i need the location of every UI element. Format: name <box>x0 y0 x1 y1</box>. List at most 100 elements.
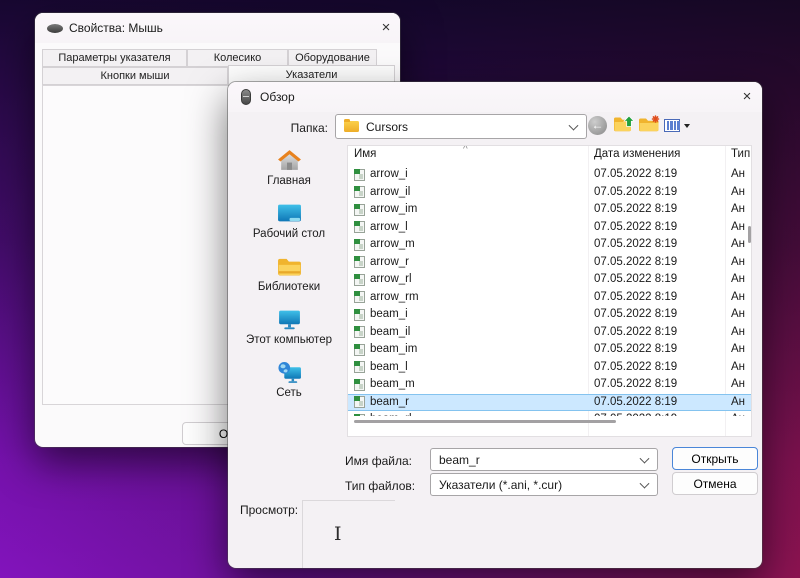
up-one-level-button[interactable] <box>613 115 635 133</box>
sidebar-item-label: Этот компьютер <box>234 334 344 346</box>
table-row[interactable]: arrow_rm 07.05.2022 8:19 Ан <box>348 289 752 307</box>
table-row[interactable]: beam_m 07.05.2022 8:19 Ан <box>348 376 752 394</box>
tab-pointer-options[interactable]: Параметры указателя <box>42 49 187 67</box>
chevron-down-icon <box>640 478 650 488</box>
file-date: 07.05.2022 8:19 <box>594 324 677 342</box>
file-name: arrow_l <box>370 219 408 237</box>
file-date: 07.05.2022 8:19 <box>594 376 677 394</box>
cursor-file-icon <box>354 186 365 198</box>
file-type: Ан <box>731 411 752 416</box>
column-header-type[interactable]: Тип <box>731 148 752 166</box>
file-name: arrow_m <box>370 236 415 254</box>
table-row[interactable]: beam_r 07.05.2022 8:19 Ан <box>348 394 752 412</box>
table-row[interactable]: arrow_i 07.05.2022 8:19 Ан <box>348 166 752 184</box>
file-date: 07.05.2022 8:19 <box>594 394 677 412</box>
table-row[interactable]: beam_im 07.05.2022 8:19 Ан <box>348 341 752 359</box>
new-folder-icon <box>638 115 660 133</box>
tab-buttons[interactable]: Кнопки мыши <box>42 67 228 85</box>
file-rows: arrow_i 07.05.2022 8:19 Ан arrow_il 07.0… <box>348 166 752 416</box>
sidebar-item-desktop[interactable]: Рабочий стол <box>234 199 344 252</box>
column-header-name[interactable]: Имя <box>354 148 376 166</box>
sidebar-item-this-pc[interactable]: Этот компьютер <box>234 305 344 358</box>
file-type: Ан <box>731 394 752 412</box>
sidebar-item-label: Библиотеки <box>234 281 344 293</box>
file-type: Ан <box>731 324 752 342</box>
chevron-down-icon <box>569 120 579 130</box>
window-title: Обзор <box>260 90 295 104</box>
chevron-down-icon <box>640 453 650 463</box>
file-date: 07.05.2022 8:19 <box>594 254 677 272</box>
back-button[interactable]: ← <box>588 116 607 135</box>
sidebar-item-label: Главная <box>234 175 344 187</box>
mouse-properties-titlebar[interactable]: Свойства: Мышь × <box>35 13 400 43</box>
table-row[interactable]: beam_rl 07.05.2022 8:19 Ан <box>348 411 752 416</box>
close-icon[interactable]: × <box>736 87 758 107</box>
sidebar-item-libraries[interactable]: Библиотеки <box>234 252 344 305</box>
sort-ascending-icon: ^ <box>463 145 468 155</box>
view-menu-button[interactable] <box>664 119 690 132</box>
folder-combobox[interactable]: Cursors <box>335 114 587 139</box>
browse-window: Обзор × Папка: Cursors ← <box>228 82 762 568</box>
table-row[interactable]: beam_il 07.05.2022 8:19 Ан <box>348 324 752 342</box>
filename-value: beam_r <box>439 453 480 467</box>
sidebar-item-home[interactable]: Главная <box>234 146 344 199</box>
file-type: Ан <box>731 166 752 184</box>
filename-combobox[interactable]: beam_r <box>430 448 658 471</box>
mouse-icon <box>47 24 63 33</box>
filetype-combobox[interactable]: Указатели (*.ani, *.cur) <box>430 473 658 496</box>
file-type: Ан <box>731 254 752 272</box>
cursor-file-icon <box>354 344 365 356</box>
open-button[interactable]: Открыть <box>672 447 758 470</box>
table-row[interactable]: beam_i 07.05.2022 8:19 Ан <box>348 306 752 324</box>
cursor-file-icon <box>354 204 365 216</box>
file-date: 07.05.2022 8:19 <box>594 219 677 237</box>
file-date: 07.05.2022 8:19 <box>594 341 677 359</box>
sidebar-item-label: Сеть <box>234 387 344 399</box>
file-type: Ан <box>731 271 752 289</box>
home-icon <box>234 146 344 174</box>
file-type: Ан <box>731 341 752 359</box>
table-row[interactable]: arrow_rl 07.05.2022 8:19 Ан <box>348 271 752 289</box>
ibeam-cursor-icon: I <box>334 525 342 544</box>
vertical-scrollbar[interactable] <box>748 226 751 243</box>
cursor-file-icon <box>354 326 365 338</box>
table-row[interactable]: arrow_m 07.05.2022 8:19 Ан <box>348 236 752 254</box>
cancel-button[interactable]: Отмена <box>672 472 758 495</box>
libraries-icon <box>234 252 344 280</box>
filetype-label: Тип файлов: <box>345 479 415 493</box>
file-type: Ан <box>731 306 752 324</box>
file-date: 07.05.2022 8:19 <box>594 201 677 219</box>
cursor-file-icon <box>354 169 365 181</box>
file-name: arrow_il <box>370 184 410 202</box>
table-row[interactable]: arrow_im 07.05.2022 8:19 Ан <box>348 201 752 219</box>
new-folder-button[interactable] <box>638 115 660 133</box>
network-icon <box>234 358 344 386</box>
cursor-file-icon <box>354 309 365 321</box>
table-row[interactable]: beam_l 07.05.2022 8:19 Ан <box>348 359 752 377</box>
browse-titlebar[interactable]: Обзор × <box>228 82 762 112</box>
back-icon: ← <box>588 116 607 135</box>
horizontal-scrollbar[interactable] <box>354 420 616 423</box>
file-list[interactable]: ^ Имя Дата изменения Тип arrow_i 07.05.2… <box>347 145 752 437</box>
desktop-icon <box>234 199 344 227</box>
preview-label: Просмотр: <box>240 503 298 517</box>
cursor-file-icon <box>354 256 365 268</box>
file-type: Ан <box>731 201 752 219</box>
file-name: arrow_i <box>370 166 408 184</box>
view-menu-icon <box>664 119 680 132</box>
table-row[interactable]: arrow_r 07.05.2022 8:19 Ан <box>348 254 752 272</box>
table-row[interactable]: arrow_l 07.05.2022 8:19 Ан <box>348 219 752 237</box>
cursor-file-icon <box>354 379 365 391</box>
filetype-value: Указатели (*.ani, *.cur) <box>439 478 562 492</box>
folder-icon <box>344 121 359 132</box>
table-row[interactable]: arrow_il 07.05.2022 8:19 Ан <box>348 184 752 202</box>
close-icon[interactable]: × <box>375 18 397 38</box>
file-date: 07.05.2022 8:19 <box>594 359 677 377</box>
window-title: Свойства: Мышь <box>69 21 163 35</box>
column-header-date[interactable]: Дата изменения <box>594 148 680 166</box>
sidebar-item-network[interactable]: Сеть <box>234 358 344 411</box>
file-name: beam_il <box>370 324 410 342</box>
cursor-file-icon <box>354 221 365 233</box>
chevron-down-icon <box>684 124 690 128</box>
up-one-level-icon <box>613 115 635 133</box>
